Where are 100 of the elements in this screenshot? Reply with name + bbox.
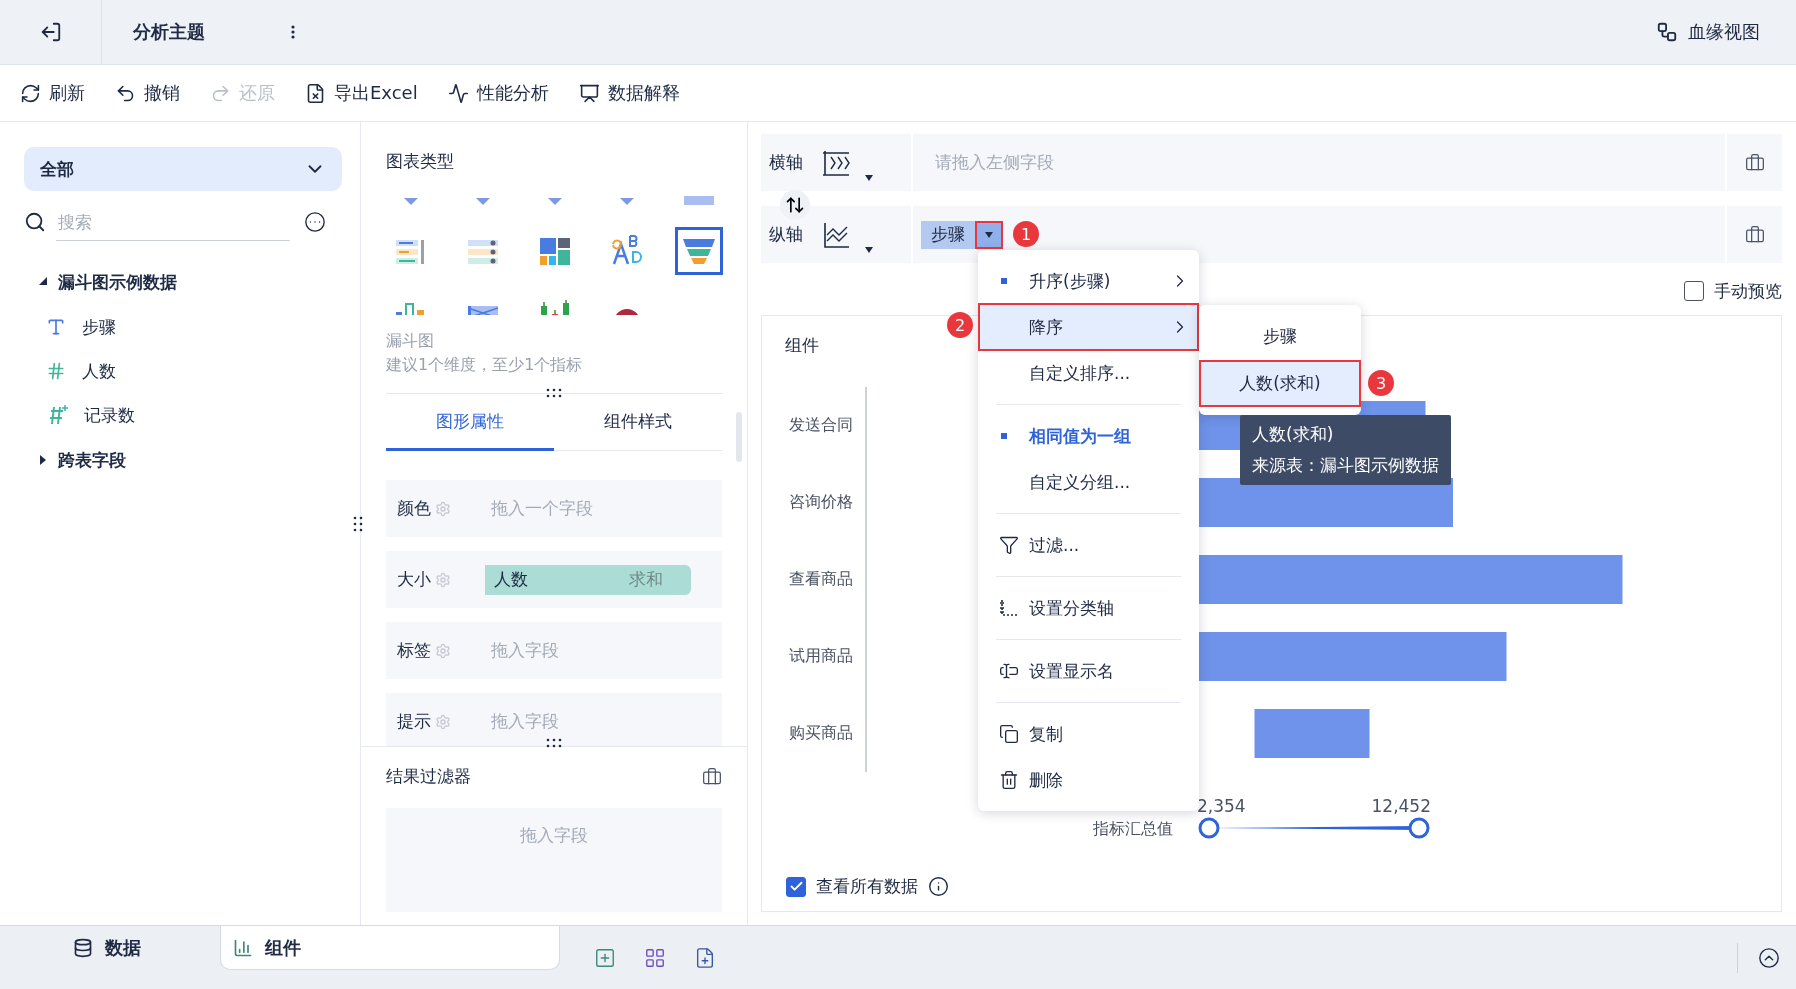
more-menu-button[interactable]	[291, 25, 295, 39]
menu-item[interactable]: 降序	[979, 304, 1198, 350]
scrollbar-thumb[interactable]	[736, 412, 742, 462]
caret-icon[interactable]	[865, 247, 873, 253]
caret-icon	[985, 231, 993, 238]
menu-item[interactable]: 自定义排序...	[979, 350, 1198, 396]
scope-dropdown[interactable]: 全部	[24, 147, 342, 191]
square-plus-icon	[594, 946, 616, 969]
grid-icon	[644, 946, 666, 969]
collapse-button[interactable]	[1758, 946, 1780, 969]
field-name[interactable]: 记录数	[84, 403, 135, 427]
axis-label: 纵轴	[769, 223, 803, 246]
refresh-icon	[20, 82, 41, 104]
checkbox[interactable]	[1684, 281, 1704, 301]
menu-item[interactable]: 删除	[979, 757, 1198, 803]
property-label: 标签	[397, 639, 432, 662]
number-field-icon	[46, 361, 66, 381]
caret-icon[interactable]	[865, 175, 873, 181]
settings-tab[interactable]: 图形属性	[386, 394, 554, 451]
slider-handle[interactable]	[1408, 817, 1430, 839]
drop-hint: 拖入字段	[491, 710, 559, 733]
exit-button[interactable]	[39, 21, 62, 43]
drop-hint: 拖入字段	[520, 824, 588, 847]
vertical-ellipsis-icon	[291, 25, 295, 39]
axis-icon	[999, 598, 1019, 618]
menu-item[interactable]: 设置显示名	[979, 648, 1198, 694]
field-name[interactable]: 人数	[82, 359, 116, 383]
range-max-value: 12,452	[1371, 796, 1431, 816]
slider-handle[interactable]	[1198, 817, 1220, 839]
field-name[interactable]: 步骤	[82, 315, 116, 339]
table-name[interactable]: 跨表字段	[58, 448, 126, 472]
drag-handle-icon[interactable]	[353, 516, 363, 532]
category-label: 试用商品	[789, 645, 854, 667]
menu-item[interactable]: 人数(求和)	[1199, 360, 1361, 407]
checkmark-icon	[788, 879, 804, 894]
chevron-up-icon	[1758, 946, 1780, 969]
toolbar-button[interactable]: 导出Excel	[305, 81, 418, 105]
property-label: 大小	[397, 568, 432, 591]
bar-chart-icon	[233, 937, 253, 958]
tooltip-line: 人数(求和)	[1252, 423, 1335, 446]
bottom-tab[interactable]: 组件	[220, 926, 560, 970]
copy-icon	[999, 724, 1019, 744]
lineage-view-button[interactable]: 血缘视图	[1650, 19, 1766, 45]
collapsed-caret-icon[interactable]	[38, 455, 48, 465]
toolbar-button[interactable]: 数据解释	[578, 81, 680, 105]
checkbox-label: 手动预览	[1714, 279, 1782, 303]
database-icon	[73, 938, 93, 958]
property-label: 颜色	[397, 497, 432, 520]
chart-board-icon	[578, 82, 600, 104]
filter-icon	[999, 535, 1019, 555]
menu-item[interactable]: 步骤	[1199, 313, 1361, 360]
step-number: 2	[947, 312, 973, 338]
spreadsheet-icon	[305, 82, 326, 104]
info-icon[interactable]	[928, 876, 949, 897]
toolbar-button[interactable]: 刷新	[20, 81, 85, 105]
search-field[interactable]: 搜索	[56, 203, 290, 241]
dropdown-button[interactable]	[975, 220, 1003, 249]
expanded-caret-icon[interactable]	[38, 277, 48, 287]
axis-label: 横轴	[769, 151, 803, 174]
toolbox-icon[interactable]	[702, 766, 722, 787]
property-label: 提示	[397, 710, 432, 733]
menu-item[interactable]: 复制	[979, 711, 1198, 757]
category-label: 购买商品	[789, 722, 854, 744]
pulse-icon	[447, 82, 469, 104]
field-pill[interactable]: 人数 求和	[485, 564, 691, 595]
add-layout-button[interactable]	[644, 946, 666, 969]
bottom-tab[interactable]: 数据	[0, 926, 220, 970]
tooltip-line: 来源表：漏斗图示例数据	[1252, 454, 1439, 477]
field-pill[interactable]: 步骤	[921, 220, 1003, 249]
file-plus-icon	[694, 946, 716, 969]
category-label: 发送合同	[789, 414, 854, 436]
more-options-button[interactable]	[304, 211, 326, 233]
text-field-icon	[46, 317, 66, 337]
chart-type-hint: 建议1个维度，至少1个指标	[386, 354, 584, 376]
settings-tab[interactable]: 组件样式	[554, 394, 722, 451]
swap-icon	[785, 195, 805, 215]
range-min-value: 2,354	[1197, 796, 1246, 816]
toolbar-button[interactable]: 性能分析	[447, 81, 549, 105]
checkbox-label: 查看所有数据	[816, 875, 918, 898]
checkbox[interactable]	[786, 876, 806, 897]
toolbox-icon[interactable]	[1744, 224, 1765, 245]
add-report-button[interactable]	[694, 946, 716, 969]
legend-label: 指标汇总值	[1093, 819, 1173, 840]
category-label: 查看商品	[789, 568, 854, 590]
menu-item[interactable]: 相同值为一组	[979, 413, 1198, 459]
drag-handle-icon[interactable]	[546, 738, 562, 748]
drag-handle-icon[interactable]	[546, 388, 562, 398]
step-number: 3	[1368, 370, 1394, 396]
chart-type-name: 漏斗图	[386, 330, 435, 352]
toolbar-button[interactable]: 撤销	[115, 81, 180, 105]
search-icon	[24, 211, 46, 233]
table-name[interactable]: 漏斗图示例数据	[58, 270, 177, 294]
category-label: 咨询价格	[789, 491, 854, 513]
widget-title: 组件	[785, 334, 819, 357]
add-chart-button[interactable]	[594, 946, 616, 969]
menu-item[interactable]: 自定义分组...	[979, 459, 1198, 505]
menu-item[interactable]: 设置分类轴	[979, 585, 1198, 631]
toolbox-icon[interactable]	[1744, 152, 1765, 173]
x-axis-icon	[821, 148, 851, 177]
menu-item[interactable]: 过滤...	[979, 522, 1198, 568]
